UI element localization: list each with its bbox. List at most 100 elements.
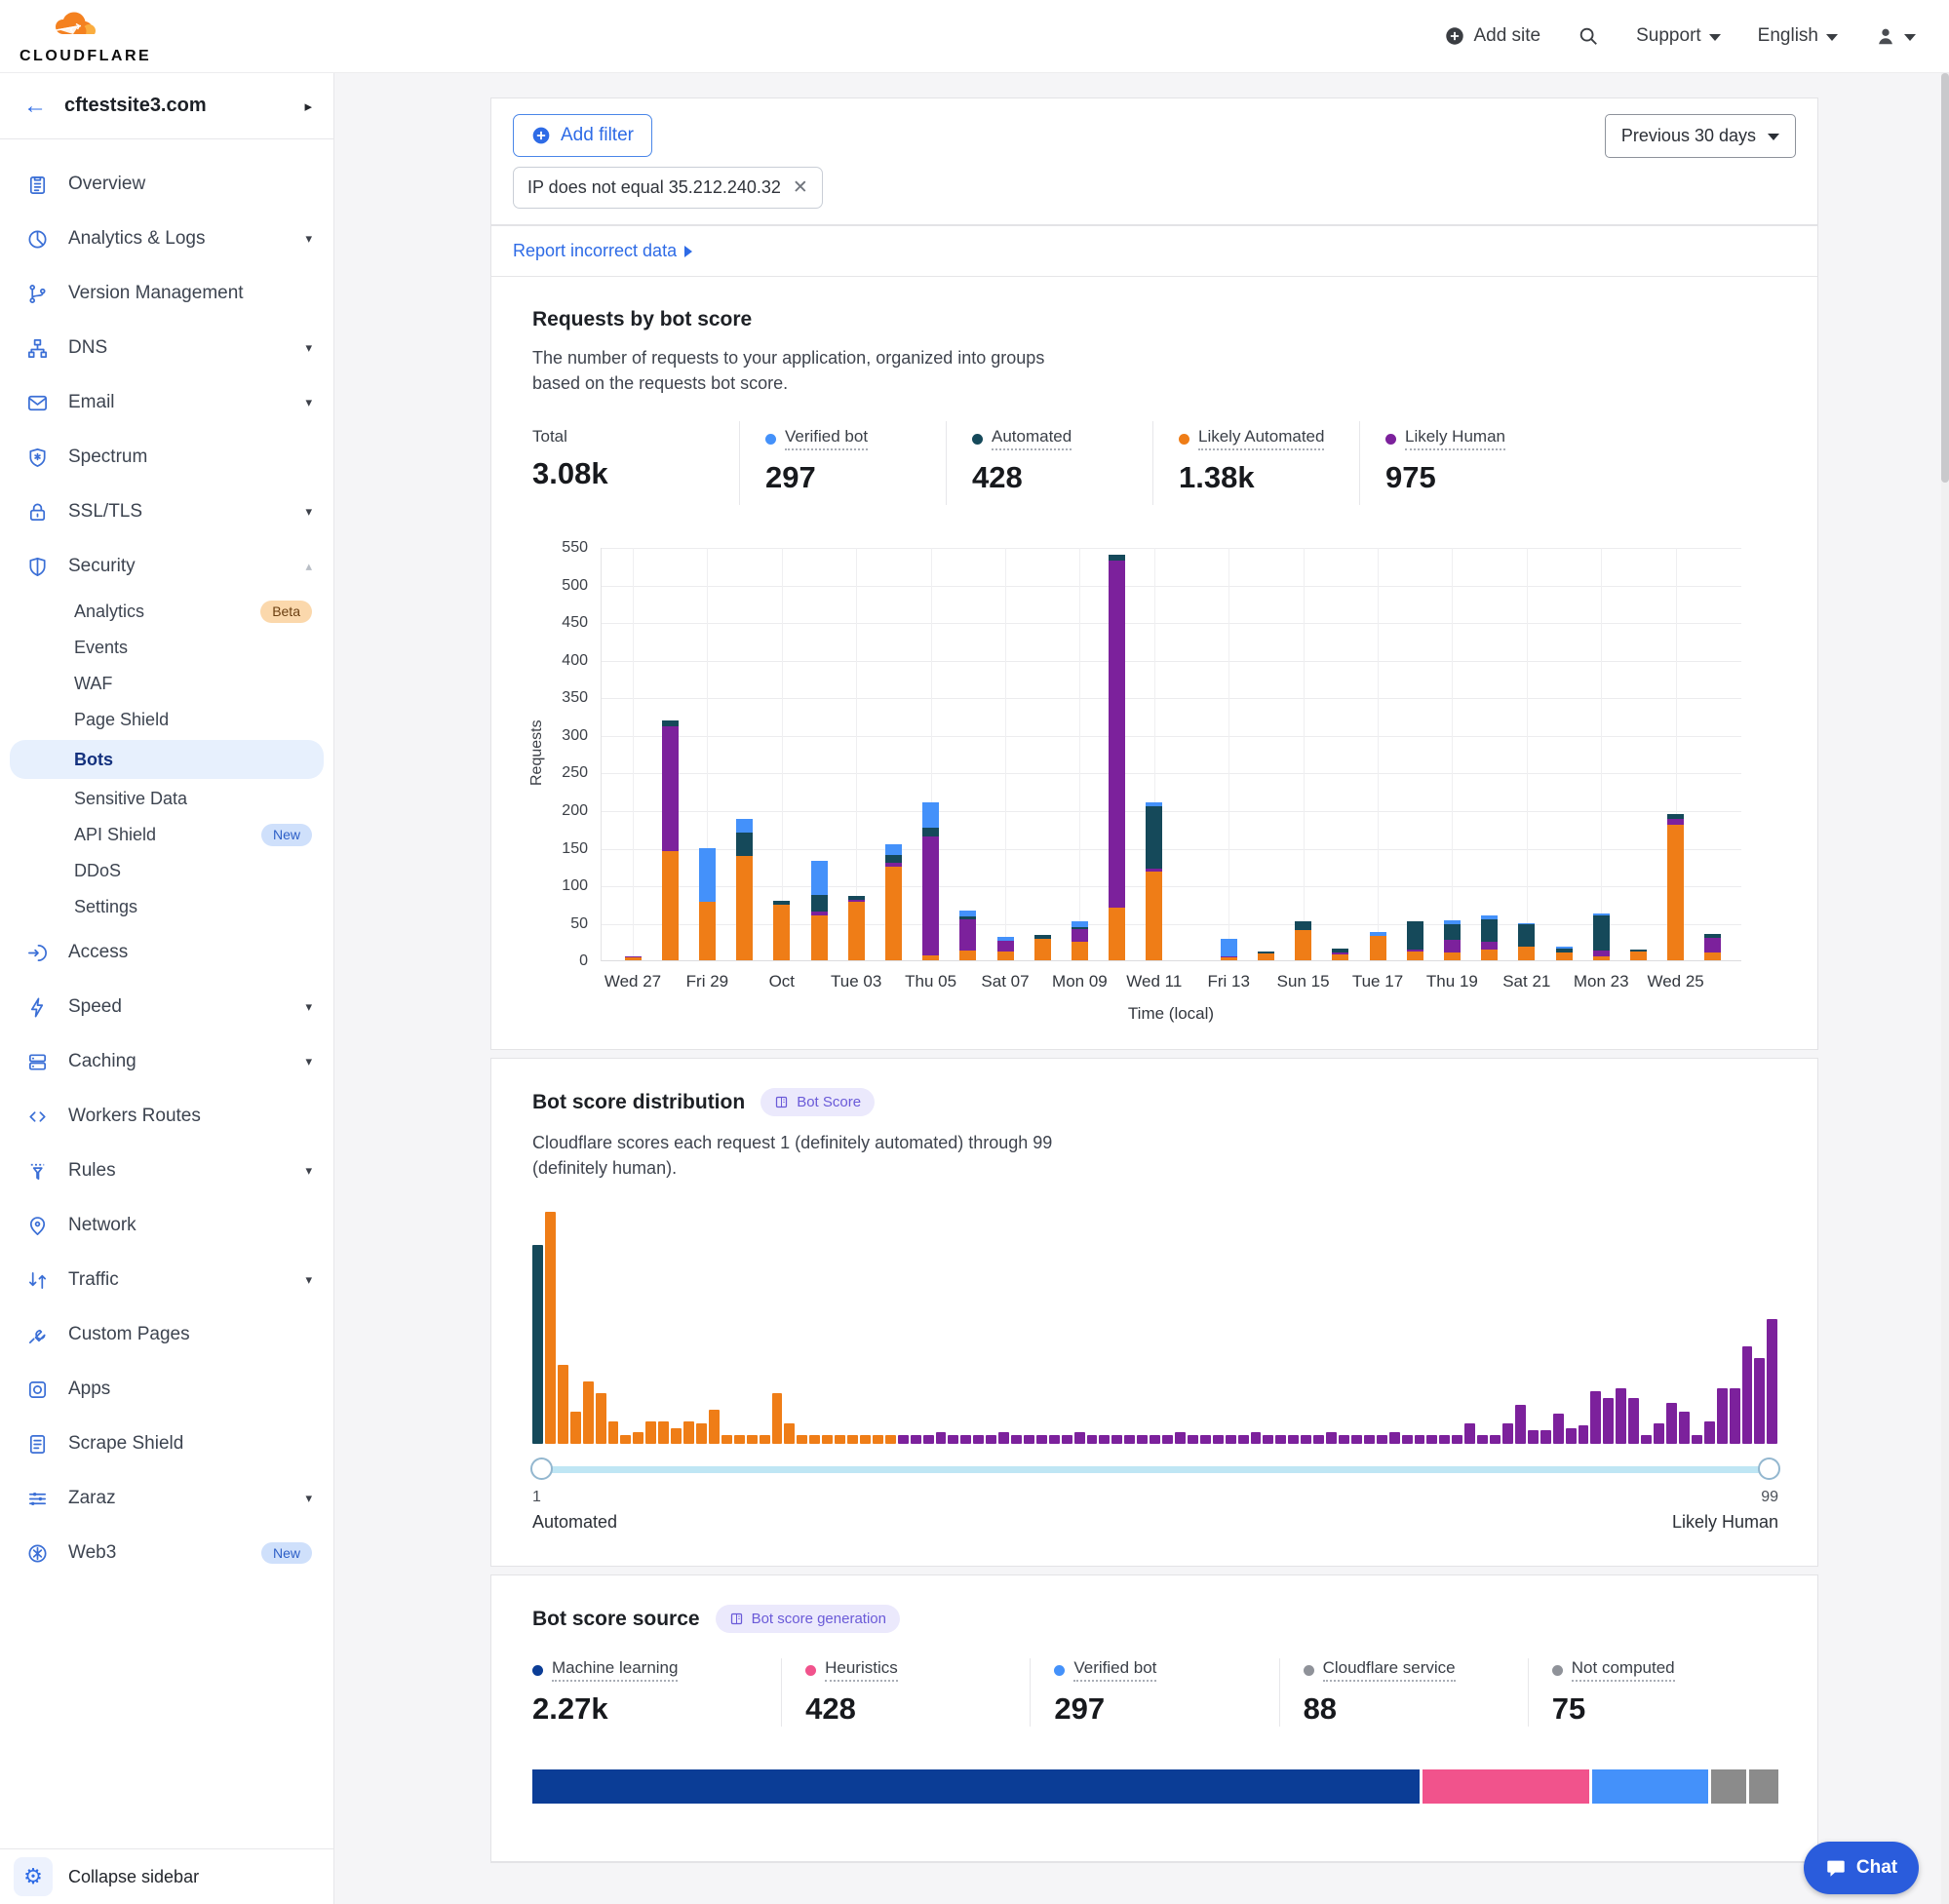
bar-likely-automated-sun-01[interactable] [773, 905, 790, 960]
bar-verified-bot-sun-22[interactable] [1556, 947, 1573, 949]
sidebar-item-email[interactable]: Email▾ [0, 375, 333, 430]
histogram-bar-score-50[interactable] [1150, 1435, 1160, 1445]
bar-verified-bot-mon-02[interactable] [811, 861, 828, 895]
histogram-bar-score-59[interactable] [1263, 1435, 1273, 1445]
bar-verified-bot-sat-30[interactable] [736, 819, 753, 833]
histogram-bar-score-69[interactable] [1389, 1432, 1400, 1444]
histogram-bar-score-76[interactable] [1477, 1435, 1488, 1445]
histogram-bar-score-74[interactable] [1452, 1435, 1462, 1445]
bar-likely-human-mon-16[interactable] [1332, 952, 1348, 954]
user-menu[interactable] [1875, 25, 1916, 47]
histogram-bar-score-56[interactable] [1226, 1435, 1236, 1445]
histogram-bar-score-8[interactable] [620, 1435, 631, 1445]
histogram-bar-score-70[interactable] [1402, 1435, 1413, 1445]
bar-likely-human-mon-09[interactable] [1072, 929, 1088, 942]
histogram-bar-score-46[interactable] [1099, 1435, 1110, 1445]
bar-verified-bot-sat-21[interactable] [1518, 923, 1535, 925]
collapse-sidebar[interactable]: ⚙ Collapse sidebar [0, 1848, 333, 1904]
histogram-bar-score-91[interactable] [1666, 1403, 1677, 1445]
sidebar-item-analytics-logs[interactable]: Analytics & Logs▾ [0, 212, 333, 266]
bar-likely-automated-sun-22[interactable] [1556, 952, 1573, 960]
histogram-bar-score-33[interactable] [936, 1432, 947, 1444]
sidebar-item-analytics[interactable]: AnalyticsBeta [0, 594, 333, 630]
histogram-bar-score-99[interactable] [1767, 1319, 1777, 1445]
histogram-bar-score-83[interactable] [1566, 1428, 1577, 1445]
bar-automated-thu-28[interactable] [662, 720, 679, 726]
slider-track[interactable] [532, 1466, 1778, 1473]
sidebar-item-sensitive-data[interactable]: Sensitive Data [0, 781, 333, 817]
source-segment-heuristics[interactable] [1423, 1769, 1589, 1804]
bar-likely-human-wed-27[interactable] [625, 956, 642, 958]
histogram-bar-score-63[interactable] [1313, 1435, 1324, 1445]
histogram-bar-score-49[interactable] [1137, 1435, 1148, 1445]
histogram-bar-score-11[interactable] [658, 1421, 669, 1445]
bar-verified-bot-sat-07[interactable] [997, 937, 1014, 942]
bar-likely-automated-sun-15[interactable] [1295, 930, 1311, 960]
histogram-bar-score-16[interactable] [721, 1435, 732, 1445]
bar-likely-human-thu-26[interactable] [1704, 938, 1721, 952]
histogram-bar-score-66[interactable] [1351, 1435, 1362, 1445]
sidebar-item-version-management[interactable]: Version Management [0, 266, 333, 321]
histogram-bar-score-87[interactable] [1616, 1388, 1626, 1444]
bar-likely-automated-fri-13[interactable] [1221, 957, 1237, 960]
histogram-bar-score-26[interactable] [847, 1435, 858, 1445]
histogram-bar-score-57[interactable] [1238, 1435, 1249, 1445]
histogram-bar-score-54[interactable] [1200, 1435, 1211, 1445]
source-segment-cloudflare-service[interactable] [1711, 1769, 1745, 1804]
chat-button[interactable]: Chat [1804, 1842, 1919, 1894]
histogram-bar-score-41[interactable] [1036, 1435, 1047, 1445]
bar-automated-sat-21[interactable] [1518, 924, 1535, 947]
bar-likely-automated-fri-20[interactable] [1481, 950, 1498, 961]
bar-likely-automated-sat-07[interactable] [997, 952, 1014, 960]
histogram-bar-score-10[interactable] [645, 1421, 656, 1445]
histogram-bar-score-27[interactable] [860, 1435, 871, 1445]
histogram-bar-score-28[interactable] [873, 1435, 883, 1445]
date-range-button[interactable]: Previous 30 days [1605, 114, 1796, 158]
histogram-bar-score-81[interactable] [1540, 1430, 1551, 1444]
bar-likely-automated-wed-11[interactable] [1146, 872, 1162, 960]
slider-handle-min[interactable] [530, 1457, 553, 1480]
bar-verified-bot-fri-20[interactable] [1481, 915, 1498, 919]
bar-likely-human-tue-03[interactable] [848, 900, 865, 902]
histogram-bar-score-9[interactable] [633, 1432, 643, 1444]
bar-likely-human-fri-20[interactable] [1481, 942, 1498, 950]
bar-automated-wed-18[interactable] [1407, 921, 1423, 950]
bar-likely-automated-wed-18[interactable] [1407, 952, 1423, 960]
bar-automated-thu-19[interactable] [1444, 924, 1461, 939]
bar-likely-automated-mon-16[interactable] [1332, 954, 1348, 960]
histogram-bar-score-44[interactable] [1074, 1432, 1085, 1444]
histogram-bar-score-86[interactable] [1603, 1398, 1614, 1445]
histogram-bar-score-78[interactable] [1502, 1423, 1513, 1444]
add-site-button[interactable]: Add site [1444, 25, 1540, 47]
sidebar-item-page-shield[interactable]: Page Shield [0, 702, 333, 738]
histogram-bar-score-38[interactable] [998, 1432, 1009, 1444]
histogram-bar-score-82[interactable] [1553, 1414, 1564, 1444]
bar-automated-tue-03[interactable] [848, 896, 865, 900]
bar-likely-automated-thu-26[interactable] [1704, 952, 1721, 960]
histogram-bar-score-23[interactable] [809, 1435, 820, 1445]
histogram-bar-score-73[interactable] [1439, 1435, 1450, 1445]
bar-likely-automated-mon-02[interactable] [811, 915, 828, 960]
sidebar-item-zaraz[interactable]: Zaraz▾ [0, 1471, 333, 1526]
histogram-bar-score-94[interactable] [1704, 1421, 1715, 1445]
histogram-bar-score-15[interactable] [709, 1410, 720, 1445]
histogram-bar-score-53[interactable] [1188, 1435, 1198, 1445]
histogram-bar-score-40[interactable] [1024, 1435, 1034, 1445]
bar-verified-bot-mon-23[interactable] [1593, 913, 1610, 915]
bar-likely-automated-sat-14[interactable] [1258, 953, 1274, 960]
histogram-bar-score-4[interactable] [570, 1412, 581, 1444]
histogram-bar-score-29[interactable] [885, 1435, 896, 1445]
bar-likely-automated-sun-08[interactable] [1034, 939, 1051, 960]
histogram-bar-score-14[interactable] [696, 1423, 707, 1444]
bot-score-generation-badge[interactable]: Bot score generation [716, 1605, 900, 1633]
bar-automated-wed-11[interactable] [1146, 806, 1162, 869]
bar-likely-automated-tue-10[interactable] [1109, 908, 1125, 960]
bar-automated-fri-20[interactable] [1481, 919, 1498, 942]
sidebar-item-dns[interactable]: DNS▾ [0, 321, 333, 375]
histogram-bar-score-72[interactable] [1426, 1435, 1437, 1445]
histogram-bar-score-97[interactable] [1742, 1346, 1753, 1444]
histogram-bar-score-58[interactable] [1251, 1432, 1262, 1444]
sidebar-item-access[interactable]: Access [0, 925, 333, 980]
histogram-bar-score-90[interactable] [1654, 1423, 1664, 1444]
gear-icon[interactable]: ⚙ [14, 1857, 53, 1896]
